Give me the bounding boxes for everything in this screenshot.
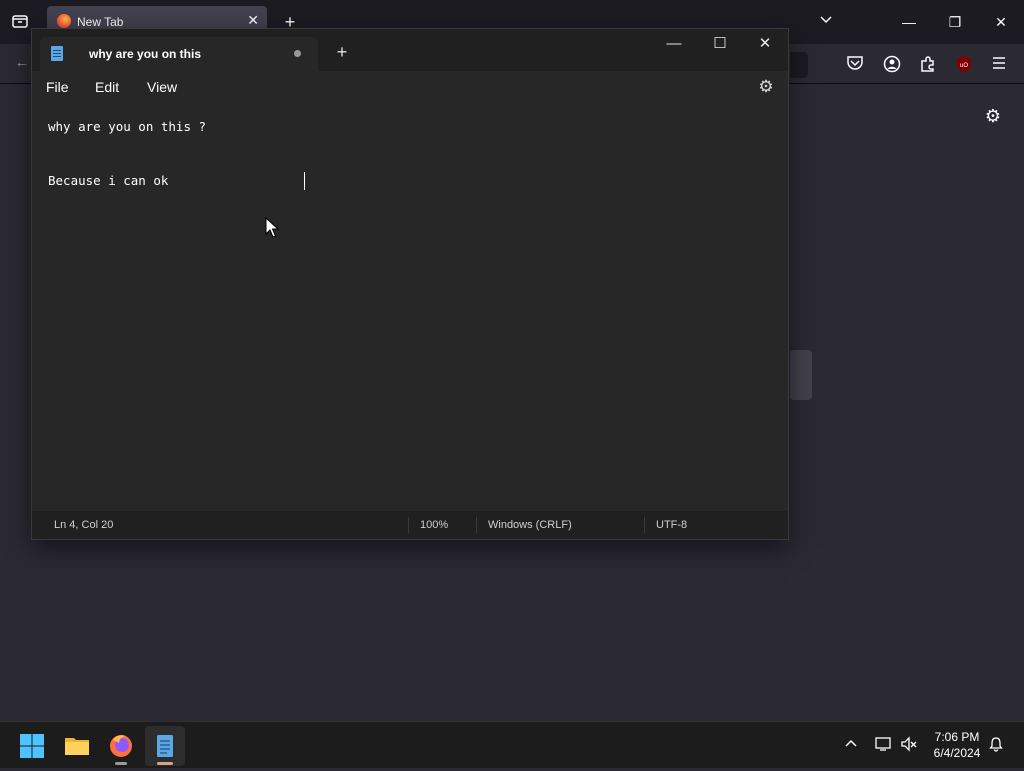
text-line-3: Because i can ok — [48, 173, 169, 188]
notification-bell-icon[interactable] — [988, 736, 1004, 755]
file-explorer-button[interactable] — [57, 726, 97, 766]
tray-chevron-icon[interactable] — [843, 736, 859, 752]
volume-muted-icon[interactable] — [900, 736, 918, 755]
browser-scrollbar-thumb[interactable] — [790, 350, 812, 400]
folder-icon — [65, 738, 89, 755]
status-divider — [476, 517, 477, 533]
status-divider — [644, 517, 645, 533]
firefox-taskbar-button[interactable] — [101, 726, 141, 766]
notepad-tab[interactable]: why are you on this — [40, 37, 318, 71]
browser-restore-button[interactable]: ❐ — [932, 0, 978, 44]
status-cursor-position: Ln 4, Col 20 — [54, 519, 114, 531]
notepad-titlebar[interactable]: why are you on this + — ☐ ✕ — [32, 29, 788, 71]
notepad-statusbar: Ln 4, Col 20 100% Windows (CRLF) UTF-8 — [32, 511, 788, 539]
running-indicator — [115, 762, 127, 765]
notepad-minimize-button[interactable]: — — [651, 29, 697, 63]
clock-time: 7:06 PM — [934, 730, 980, 744]
browser-tab-title: New Tab — [77, 15, 124, 29]
notepad-app-icon — [157, 735, 173, 757]
notepad-maximize-button[interactable]: ☐ — [697, 29, 743, 63]
unsaved-dot-icon[interactable] — [294, 50, 301, 57]
status-encoding: UTF-8 — [656, 519, 688, 531]
newtab-settings-gear-icon[interactable]: ⚙ — [983, 106, 1003, 126]
tab-close-icon[interactable]: ✕ — [247, 12, 259, 29]
notepad-settings-gear-icon[interactable]: ⚙ — [754, 75, 778, 99]
notepad-new-tab-button[interactable]: + — [328, 40, 356, 64]
status-zoom: 100% — [420, 519, 449, 531]
firefox-favicon-icon — [57, 14, 71, 28]
status-line-ending: Windows (CRLF) — [488, 519, 572, 531]
notepad-taskbar-button[interactable] — [145, 726, 185, 766]
mouse-pointer-icon — [265, 216, 280, 244]
notepad-menubar: File Edit View ⚙ — [32, 71, 788, 103]
extensions-icon[interactable] — [919, 55, 939, 75]
notepad-icon — [51, 46, 63, 61]
active-indicator — [157, 762, 173, 765]
menu-file[interactable]: File — [46, 77, 69, 97]
notepad-window: why are you on this + — ☐ ✕ File Edit Vi… — [31, 28, 789, 540]
status-divider — [408, 517, 409, 533]
tab-overview-icon[interactable] — [10, 13, 30, 31]
taskbar: 7:06 PM 6/4/2024 — [0, 721, 1024, 768]
menu-edit[interactable]: Edit — [95, 77, 119, 97]
browser-close-button[interactable]: ✕ — [978, 0, 1024, 44]
notepad-close-button[interactable]: ✕ — [742, 29, 788, 63]
browser-minimize-button[interactable]: — — [886, 0, 932, 44]
ublock-icon[interactable]: uO — [955, 55, 973, 73]
clock-date: 6/4/2024 — [933, 746, 981, 760]
text-caret — [304, 172, 305, 190]
list-all-tabs-icon[interactable] — [814, 12, 838, 32]
url-bar[interactable] — [790, 52, 808, 78]
menu-view[interactable]: View — [147, 77, 177, 97]
svg-text:uO: uO — [960, 63, 968, 69]
start-button[interactable] — [12, 726, 52, 766]
network-icon[interactable] — [874, 736, 892, 755]
text-line-1: why are you on this ? — [48, 119, 207, 134]
pocket-icon[interactable] — [846, 55, 866, 73]
windows-logo-icon — [20, 734, 44, 758]
text-editor[interactable]: why are you on this ? Because i can ok — [32, 103, 788, 511]
notepad-tab-title: why are you on this — [89, 47, 202, 61]
account-icon[interactable] — [883, 55, 903, 75]
firefox-icon — [110, 735, 132, 757]
taskbar-clock[interactable]: 7:06 PM 6/4/2024 — [926, 729, 988, 761]
menu-icon[interactable] — [991, 56, 1009, 72]
back-arrow-icon[interactable]: ← — [12, 54, 32, 74]
